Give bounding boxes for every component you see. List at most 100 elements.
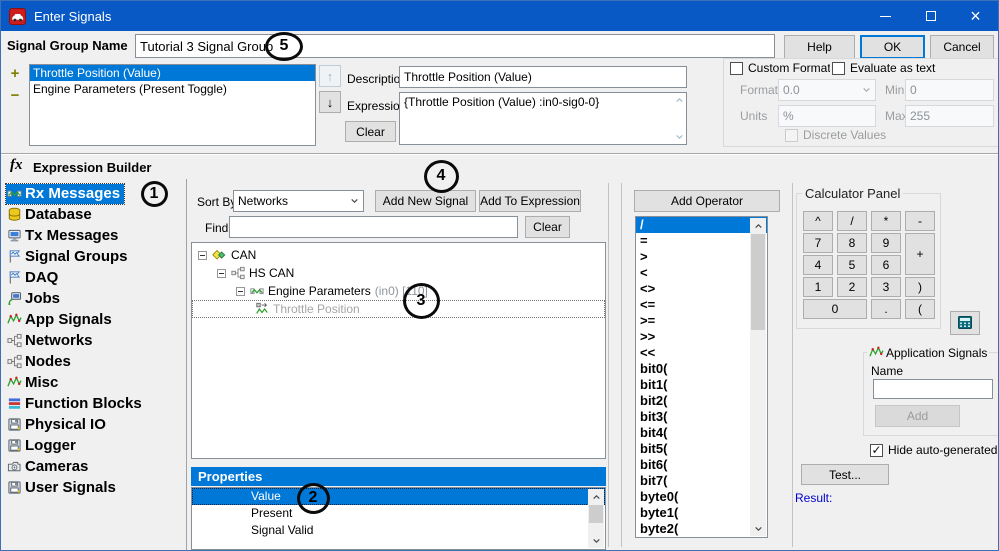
description-input[interactable]: Throttle Position (Value) — [399, 66, 687, 88]
find-input[interactable] — [229, 216, 518, 238]
evaluate-as-text-checkbox[interactable]: Evaluate as text — [830, 61, 937, 75]
move-down-button[interactable]: ↓ — [319, 91, 341, 113]
titlebar[interactable]: Enter Signals × — [1, 1, 998, 31]
sidebar-item-app-signals[interactable]: App Signals — [6, 310, 116, 330]
splitter-line[interactable] — [792, 183, 793, 547]
operator-item[interactable]: <= — [636, 297, 767, 313]
operator-item[interactable]: bit3( — [636, 409, 767, 425]
test-button[interactable]: Test... — [801, 464, 889, 485]
add-operator-button[interactable]: Add Operator — [634, 190, 780, 212]
operator-item[interactable]: / — [636, 217, 767, 233]
custom-format-checkbox[interactable]: Custom Format — [728, 61, 833, 75]
calc-key-8[interactable]: 8 — [837, 233, 867, 253]
sidebar-item-networks[interactable]: Networks — [6, 331, 97, 351]
help-button[interactable]: Help — [784, 35, 855, 59]
move-up-button[interactable]: ↑ — [319, 65, 341, 87]
calc-key-4[interactable]: 4 — [803, 255, 833, 275]
add-signal-icon[interactable]: + — [7, 65, 23, 82]
chevron-up-icon[interactable] — [750, 218, 766, 233]
add-application-signal-button[interactable]: Add — [875, 405, 960, 427]
operator-item[interactable]: bit6( — [636, 457, 767, 473]
chevron-down-icon[interactable] — [675, 133, 684, 141]
operator-item[interactable]: >= — [636, 313, 767, 329]
sidebar-item-nodes[interactable]: Nodes — [6, 352, 75, 372]
calc-key-^[interactable]: ^ — [803, 211, 833, 231]
clear-find-button[interactable]: Clear — [525, 216, 570, 238]
discrete-values-checkbox[interactable]: Discrete Values — [785, 128, 886, 142]
calc-key-([interactable]: ( — [905, 299, 935, 319]
tree-row-can[interactable]: CAN — [192, 246, 605, 264]
signal-group-item-engine-parameters-present-toggle[interactable]: Engine Parameters (Present Toggle) — [30, 81, 315, 97]
operator-item[interactable]: byte2( — [636, 521, 767, 537]
tree-row-hs-can[interactable]: HS CAN — [192, 264, 605, 282]
cancel-button[interactable]: Cancel — [930, 35, 994, 59]
sidebar-item-cameras[interactable]: Cameras — [6, 457, 92, 477]
operator-item[interactable]: bit1( — [636, 377, 767, 393]
splitter-line[interactable] — [621, 183, 622, 547]
remove-signal-icon[interactable]: − — [7, 87, 23, 104]
operator-item[interactable]: >> — [636, 329, 767, 345]
calc-key-0[interactable]: 0 — [803, 299, 867, 319]
sidebar-item-user-signals[interactable]: User Signals — [6, 478, 120, 498]
splitter-line[interactable] — [608, 183, 609, 547]
property-item-present[interactable]: Present — [192, 505, 605, 522]
calculator-icon-button[interactable] — [950, 311, 980, 335]
operator-list[interactable]: /=><<><=>=>><<bit0(bit1(bit2(bit3(bit4(b… — [635, 216, 768, 538]
scrollbar-thumb[interactable] — [751, 234, 765, 330]
max-input[interactable]: 255 — [905, 105, 994, 127]
units-input[interactable]: % — [778, 105, 876, 127]
sidebar-item-rx-messages[interactable]: Rx Messages — [6, 184, 124, 204]
tree-row-throttle-position[interactable]: Throttle Position — [192, 300, 605, 318]
calc-key-2[interactable]: 2 — [837, 277, 867, 297]
calc-key-5[interactable]: 5 — [837, 255, 867, 275]
hide-auto-generated-checkbox[interactable]: ✓ Hide auto-generated items — [870, 443, 999, 457]
expression-input[interactable]: {Throttle Position (Value) :in0-sig0-0} — [399, 92, 687, 145]
sidebar-item-physical-io[interactable]: Physical IO — [6, 415, 110, 435]
calc-key-)[interactable]: ) — [905, 277, 935, 297]
chevron-up-icon[interactable] — [588, 489, 604, 504]
calc-key-+[interactable]: + — [905, 233, 935, 275]
signal-group-name-input[interactable]: Tutorial 3 Signal Group — [135, 34, 775, 58]
properties-list[interactable]: ValuePresentSignal Valid — [191, 487, 606, 550]
sidebar-item-function-blocks[interactable]: Function Blocks — [6, 394, 146, 414]
collapse-icon[interactable] — [236, 287, 245, 296]
chevron-down-icon[interactable] — [750, 521, 766, 536]
chevron-up-icon[interactable] — [675, 96, 684, 104]
sidebar-item-database[interactable]: Database — [6, 205, 96, 225]
operator-scrollbar[interactable] — [750, 218, 766, 536]
maximize-button[interactable] — [908, 1, 953, 31]
calc-key-1[interactable]: 1 — [803, 277, 833, 297]
sidebar-item-daq[interactable]: DAQ — [6, 268, 62, 288]
sidebar-item-signal-groups[interactable]: Signal Groups — [6, 247, 132, 267]
calc-key-7[interactable]: 7 — [803, 233, 833, 253]
signal-group-list[interactable]: Throttle Position (Value)Engine Paramete… — [29, 64, 316, 146]
sidebar-item-misc[interactable]: Misc — [6, 373, 62, 393]
collapse-icon[interactable] — [217, 269, 226, 278]
min-input[interactable]: 0 — [905, 79, 994, 101]
minimize-button[interactable] — [863, 1, 908, 31]
operator-item[interactable]: bit5( — [636, 441, 767, 457]
operator-item[interactable]: bit7( — [636, 473, 767, 489]
operator-item[interactable]: > — [636, 249, 767, 265]
calc-key-/[interactable]: / — [837, 211, 867, 231]
calc-key-.[interactable]: . — [871, 299, 901, 319]
scrollbar-thumb[interactable] — [589, 505, 603, 523]
ok-button[interactable]: OK — [860, 35, 925, 59]
operator-item[interactable]: bit4( — [636, 425, 767, 441]
property-item-signal-valid[interactable]: Signal Valid — [192, 522, 605, 539]
signal-group-item-throttle-position-value[interactable]: Throttle Position (Value) — [30, 65, 315, 81]
add-to-expression-button[interactable]: Add To Expression — [479, 190, 581, 212]
calc-key--[interactable]: - — [905, 211, 935, 231]
tree-row-engine-parameters[interactable]: Engine Parameters(in0) [110] — [192, 282, 605, 300]
sidebar-item-jobs[interactable]: Jobs — [6, 289, 64, 309]
operator-item[interactable]: byte1( — [636, 505, 767, 521]
calc-key-*[interactable]: * — [871, 211, 901, 231]
application-signal-name-input[interactable] — [873, 379, 993, 399]
operator-item[interactable]: byte0( — [636, 489, 767, 505]
operator-item[interactable]: <> — [636, 281, 767, 297]
format-select[interactable]: 0.0 — [778, 79, 876, 101]
collapse-icon[interactable] — [198, 251, 207, 260]
operator-item[interactable]: bit2( — [636, 393, 767, 409]
operator-item[interactable]: bit0( — [636, 361, 767, 377]
message-signal-tree[interactable]: CANHS CANEngine Parameters(in0) [110]Thr… — [191, 242, 606, 459]
